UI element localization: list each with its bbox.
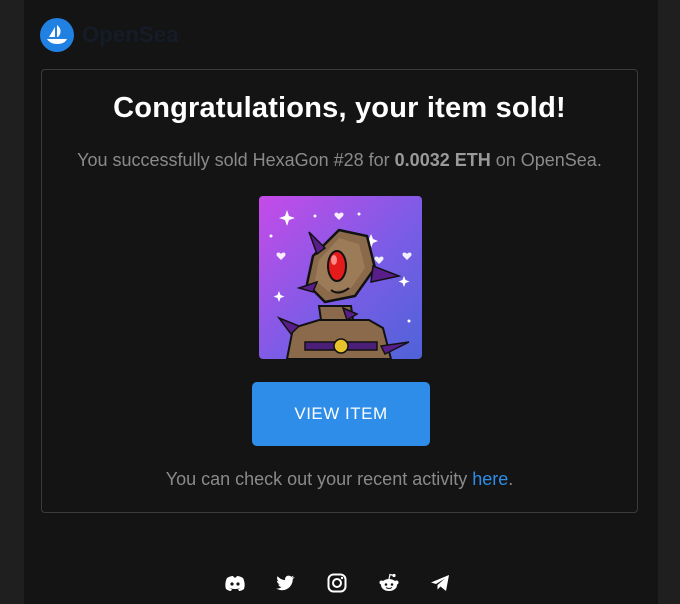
email-header: OpenSea [40,18,179,52]
activity-link[interactable]: here [472,469,508,489]
sale-summary-suffix: on OpenSea. [490,150,602,170]
brand-name: OpenSea [82,22,179,47]
social-links [24,572,658,596]
twitter-icon[interactable] [274,572,296,594]
discord-icon[interactable] [224,572,246,594]
sale-summary: You successfully sold HexaGon #28 for 0.… [42,150,637,171]
activity-note: You can check out your recent activity h… [42,469,637,490]
page-title: Congratulations, your item sold! [113,92,566,124]
telegram-icon[interactable] [429,572,451,594]
view-item-button[interactable]: VIEW ITEM [252,382,430,446]
instagram-icon[interactable] [326,572,348,594]
sale-summary-prefix: You successfully sold HexaGon #28 for [77,150,395,170]
email-body: OpenSea Congratulations, your item sold!… [24,0,658,604]
activity-note-suffix: . [508,469,514,489]
opensea-logo-icon[interactable] [40,18,74,52]
sale-price: 0.0032 ETH [394,150,491,170]
activity-note-prefix: You can check out your recent activity [165,469,473,489]
reddit-icon[interactable] [378,572,400,594]
sale-card: Congratulations, your item sold! You suc… [41,69,638,513]
nft-image[interactable] [259,196,422,359]
